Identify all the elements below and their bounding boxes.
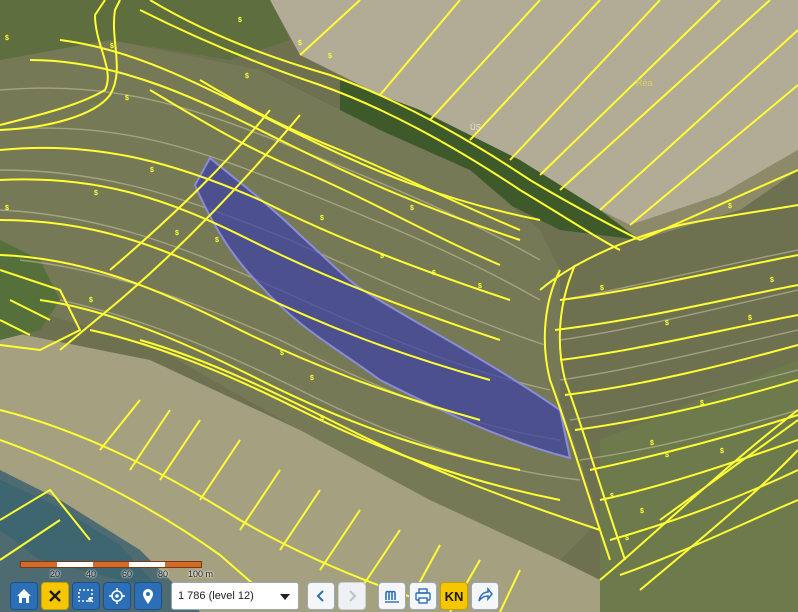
parcel-marker: $ — [770, 277, 774, 284]
parcel-marker: $ — [720, 448, 724, 455]
parcel-marker: $ — [298, 40, 302, 47]
parcel-marker: $ — [650, 440, 654, 447]
parcel-marker: $ — [175, 230, 179, 237]
scale-tick-label: 80 — [158, 569, 169, 579]
measure-icon — [385, 590, 399, 603]
scale-tick-label: 60 — [122, 569, 133, 579]
share-icon — [478, 587, 493, 602]
share-button[interactable] — [471, 582, 499, 610]
parcel-marker: $ — [665, 320, 669, 327]
close-icon — [49, 590, 61, 602]
next-view-button[interactable] — [338, 582, 366, 610]
pin-icon — [143, 589, 153, 604]
parcel-marker: $ — [320, 215, 324, 222]
chevron-left-icon — [316, 590, 324, 602]
cadastral-map[interactable]: $ $ $ $ $ $ $ $ $ $ $ $ $ $ $ $ $ $ $ $ … — [0, 0, 798, 612]
scale-tick-label: 100 m — [188, 569, 214, 579]
locate-icon — [109, 588, 125, 604]
parcel-marker: $ — [748, 315, 752, 322]
parcel-marker: $ — [5, 35, 9, 42]
parcel-label: Réa — [636, 78, 653, 88]
cadastre-button[interactable]: KN — [440, 582, 468, 610]
parcel-marker: $ — [238, 17, 242, 24]
parcel-marker: $ — [328, 53, 332, 60]
place-marker-button[interactable] — [134, 582, 162, 610]
parcel-marker: $ — [245, 73, 249, 80]
home-icon — [17, 589, 31, 603]
parcel-marker: $ — [110, 43, 114, 50]
parcel-marker: $ — [728, 203, 732, 210]
parcel-marker: $ — [625, 535, 629, 542]
parcel-marker: $ — [150, 167, 154, 174]
parcel-marker: $ — [94, 190, 98, 197]
parcel-marker: $ — [380, 253, 384, 260]
map-toolbar: 1 786 (level 12) KN — [10, 582, 502, 610]
parcel-marker: $ — [700, 400, 704, 407]
clear-selection-button[interactable] — [41, 582, 69, 610]
parcel-marker: $ — [5, 205, 9, 212]
parcel-marker: $ — [432, 270, 436, 277]
parcel-marker: $ — [280, 350, 284, 357]
print-icon — [415, 588, 431, 604]
select-rectangle-icon — [78, 589, 94, 603]
home-button[interactable] — [10, 582, 38, 610]
measure-button[interactable] — [378, 582, 406, 610]
scale-select-value: 1 786 (level 12) — [178, 590, 254, 602]
road-label: ÚS — [470, 123, 481, 132]
parcel-marker: $ — [600, 285, 604, 292]
parcel-marker: $ — [89, 297, 93, 304]
scale-select[interactable]: 1 786 (level 12) — [171, 582, 299, 610]
parcel-marker: $ — [215, 237, 219, 244]
parcel-marker: $ — [640, 508, 644, 515]
scale-bar-track — [20, 561, 202, 568]
previous-view-button[interactable] — [307, 582, 335, 610]
parcel-marker: $ — [310, 375, 314, 382]
scale-bar: 20 40 60 80 100 m — [20, 561, 213, 581]
scale-tick-label: 20 — [50, 569, 61, 579]
print-button[interactable] — [409, 582, 437, 610]
chevron-down-icon — [280, 594, 290, 600]
parcel-marker: $ — [665, 452, 669, 459]
parcel-marker: $ — [610, 493, 614, 500]
parcel-marker: $ — [320, 415, 324, 422]
cadastre-label: KN — [444, 588, 464, 604]
parcel-marker: $ — [125, 95, 129, 102]
chevron-right-icon — [349, 590, 357, 602]
scale-tick-label: 40 — [86, 569, 97, 579]
parcel-marker: $ — [478, 283, 482, 290]
select-rectangle-button[interactable] — [72, 582, 100, 610]
locate-button[interactable] — [103, 582, 131, 610]
parcel-marker: $ — [410, 205, 414, 212]
